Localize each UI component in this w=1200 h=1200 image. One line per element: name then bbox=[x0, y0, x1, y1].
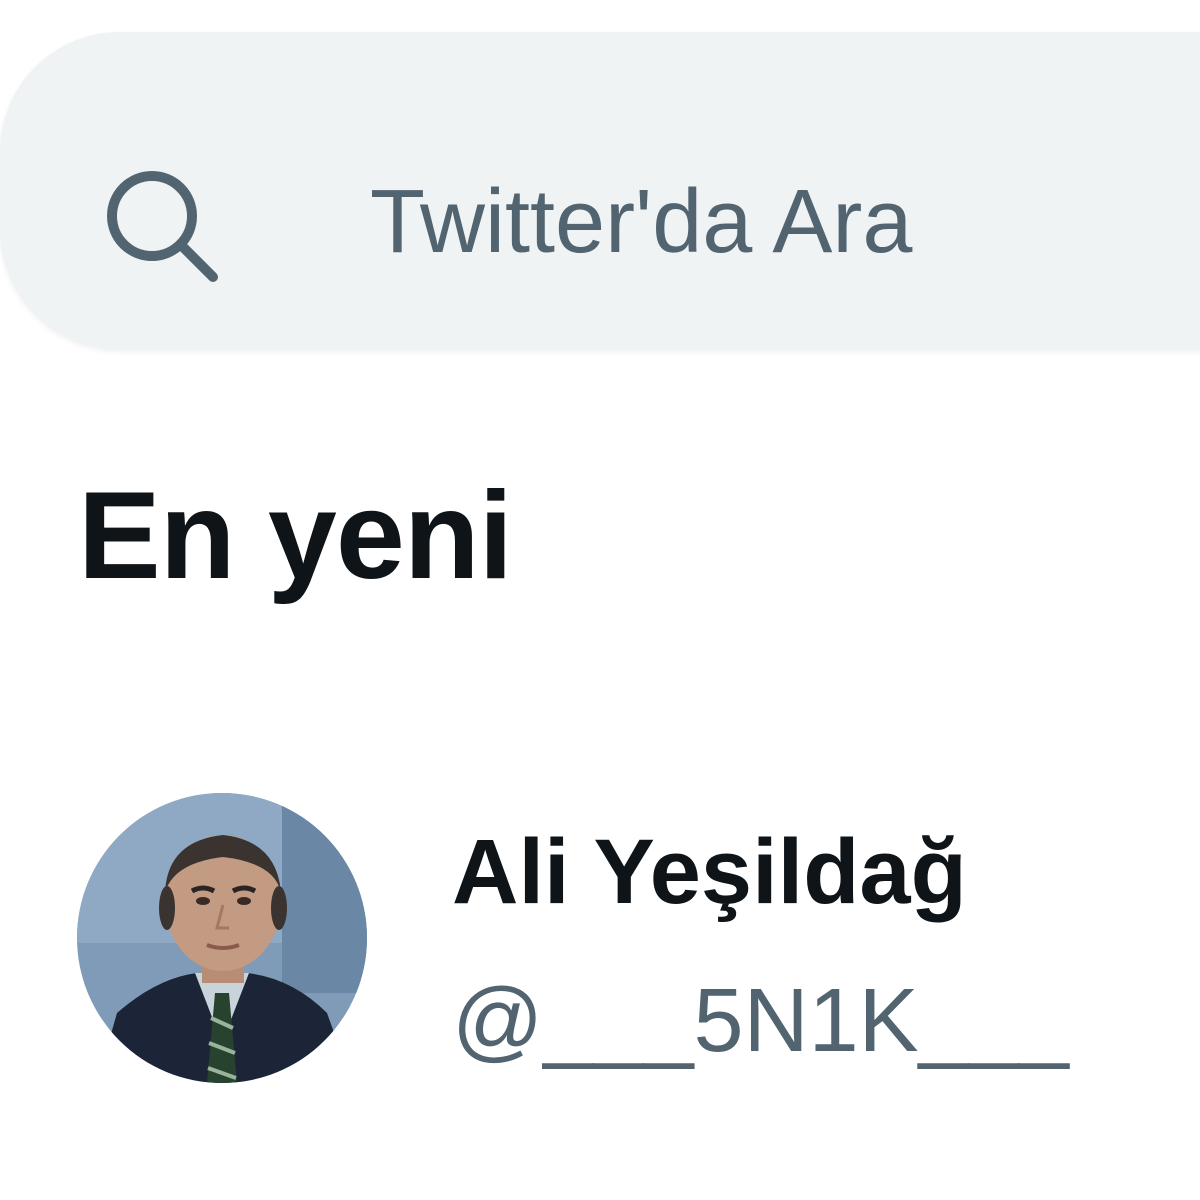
search-header bbox=[0, 0, 1200, 355]
section-title: En yeni bbox=[78, 467, 513, 605]
search-screen: En yeni bbox=[0, 0, 1200, 1200]
search-icon bbox=[100, 164, 220, 284]
search-bar[interactable] bbox=[0, 32, 1200, 350]
search-input[interactable] bbox=[370, 162, 1170, 282]
account-name[interactable]: Ali Yeşildağ bbox=[452, 820, 967, 925]
account-handle: @___5N1K___ bbox=[452, 971, 1069, 1071]
avatar[interactable] bbox=[77, 793, 367, 1083]
account-row[interactable]: Ali Yeşildağ @___5N1K___ bbox=[0, 760, 1200, 1120]
